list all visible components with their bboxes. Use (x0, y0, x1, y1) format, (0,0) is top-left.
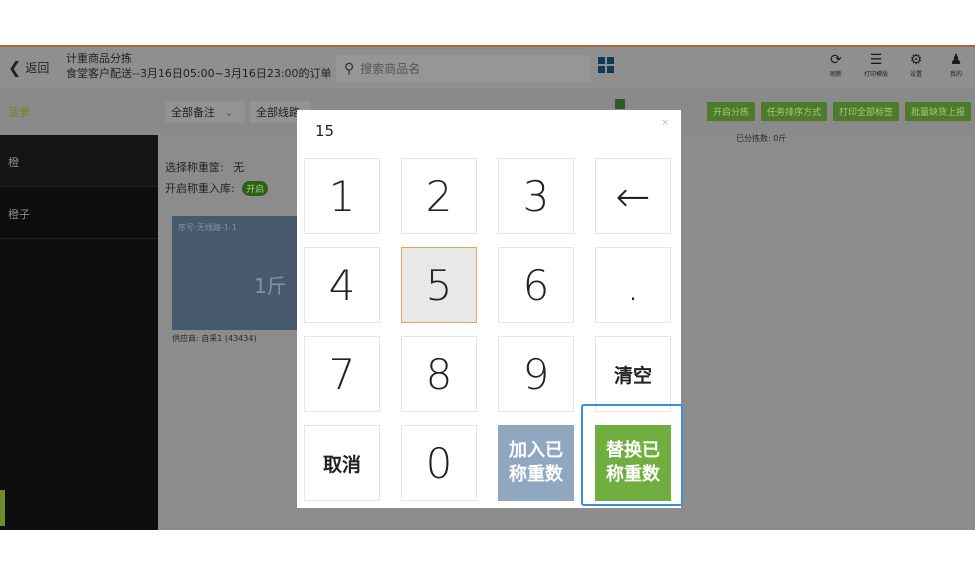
key-9[interactable]: 9 (498, 336, 574, 412)
sorting-task-card[interactable]: 序号-无线路-1-1 1斤 (172, 216, 304, 330)
key-6[interactable]: 6 (498, 247, 574, 323)
clear-key[interactable]: 清空 (595, 336, 671, 412)
decimal-key[interactable]: . (595, 247, 671, 323)
task-seq: 序号-无线路-1-1 (178, 223, 237, 232)
task-sort-button[interactable]: 任务排序方式 (760, 102, 827, 121)
current-category: 菠萝 (8, 106, 30, 119)
back-button[interactable]: ❮ 返回 (8, 59, 49, 76)
search-input[interactable]: ⚲ 搜索商品名 (336, 55, 590, 82)
cancel-key[interactable]: 取消 (304, 425, 380, 501)
user-icon: ♟ (949, 52, 963, 68)
add-weighed-button[interactable]: 加入已 称重数 (498, 425, 574, 501)
page-title-block: 计重商品分拣 食堂客户配送--3月16日05:00~3月16日23:00的订单 (66, 51, 332, 81)
settings-label: 设置 (909, 71, 922, 78)
stockin-row: 开启称重入库: 开启 (165, 180, 269, 196)
key-2[interactable]: 2 (401, 158, 477, 234)
key-8[interactable]: 8 (401, 336, 477, 412)
scale-basket-value[interactable]: 无 (233, 161, 244, 174)
download-icon[interactable] (615, 99, 625, 109)
notes-filter-select[interactable]: 全部备注 ⌄ (165, 101, 245, 123)
sidebar-item-orange-fruit[interactable]: 橙子 (0, 187, 158, 239)
sidebar-item-label: 橙子 (8, 208, 30, 221)
add-weighed-line2: 称重数 (509, 464, 563, 485)
keypad-display[interactable]: 15 (315, 122, 334, 140)
key-7[interactable]: 7 (304, 336, 380, 412)
sidebar: 橙 橙子 (0, 135, 158, 530)
sidebar-item-label: 橙 (8, 156, 19, 169)
profile-button[interactable]: ♟ 我的 (943, 51, 969, 78)
focus-ring (581, 404, 683, 506)
batch-shortage-button[interactable]: 批量缺货上报 (904, 102, 971, 121)
print-template-icon: ☰ (869, 52, 883, 68)
notes-filter-value: 全部备注 (171, 106, 215, 119)
chevron-down-icon: ⌄ (224, 106, 234, 119)
chevron-left-icon: ❮ (8, 57, 22, 77)
key-0[interactable]: 0 (401, 425, 477, 501)
side-handle[interactable] (0, 490, 5, 526)
tool-group: ⟳ 刷新 ☰ 打印模版 ⚙ 设置 ♟ 我的 (823, 51, 969, 78)
grid-view-icon[interactable] (598, 57, 614, 73)
page-subtitle: 食堂客户配送--3月16日05:00~3月16日23:00的订单 (66, 67, 332, 80)
key-3[interactable]: 3 (498, 158, 574, 234)
task-weight: 1斤 (254, 274, 287, 298)
backspace-key[interactable]: ← (595, 158, 671, 234)
search-placeholder: 搜索商品名 (360, 62, 421, 76)
close-icon[interactable]: × (661, 118, 669, 128)
routes-filter-value: 全部线路 (256, 106, 300, 119)
stockin-toggle[interactable]: 开启 (242, 181, 269, 196)
gear-icon: ⚙ (909, 52, 923, 68)
scale-basket-row: 选择称重筐: 无 (165, 159, 244, 175)
add-weighed-line1: 加入已 (509, 440, 563, 461)
stockin-label: 开启称重入库: (165, 182, 235, 195)
profile-label: 我的 (949, 71, 962, 78)
refresh-button[interactable]: ⟳ 刷新 (823, 51, 849, 78)
supplier-info: 供应商: 自采1 (43434) (172, 334, 257, 343)
sorted-count: 已分拣数: 0斤 (736, 134, 787, 143)
top-bar: ❮ 返回 计重商品分拣 食堂客户配送--3月16日05:00~3月16日23:0… (0, 47, 975, 89)
page-title: 计重商品分拣 (66, 52, 132, 65)
key-1[interactable]: 1 (304, 158, 380, 234)
settings-button[interactable]: ⚙ 设置 (903, 51, 929, 78)
print-template-label: 打印模版 (863, 71, 888, 78)
print-all-labels-button[interactable]: 打印全部标签 (832, 102, 899, 121)
refresh-label: 刷新 (829, 71, 842, 78)
back-label: 返回 (25, 61, 50, 75)
start-sorting-button[interactable]: 开启分拣 (706, 102, 755, 121)
action-group: 开启分拣 任务排序方式 打印全部标签 批量缺货上报 (706, 102, 971, 121)
search-icon: ⚲ (344, 60, 355, 77)
scale-basket-label: 选择称重筐: (165, 161, 224, 174)
key-5[interactable]: 5 (401, 247, 477, 323)
print-template-button[interactable]: ☰ 打印模版 (863, 51, 889, 78)
refresh-icon: ⟳ (830, 52, 842, 68)
key-4[interactable]: 4 (304, 247, 380, 323)
sidebar-item-orange[interactable]: 橙 (0, 135, 158, 187)
